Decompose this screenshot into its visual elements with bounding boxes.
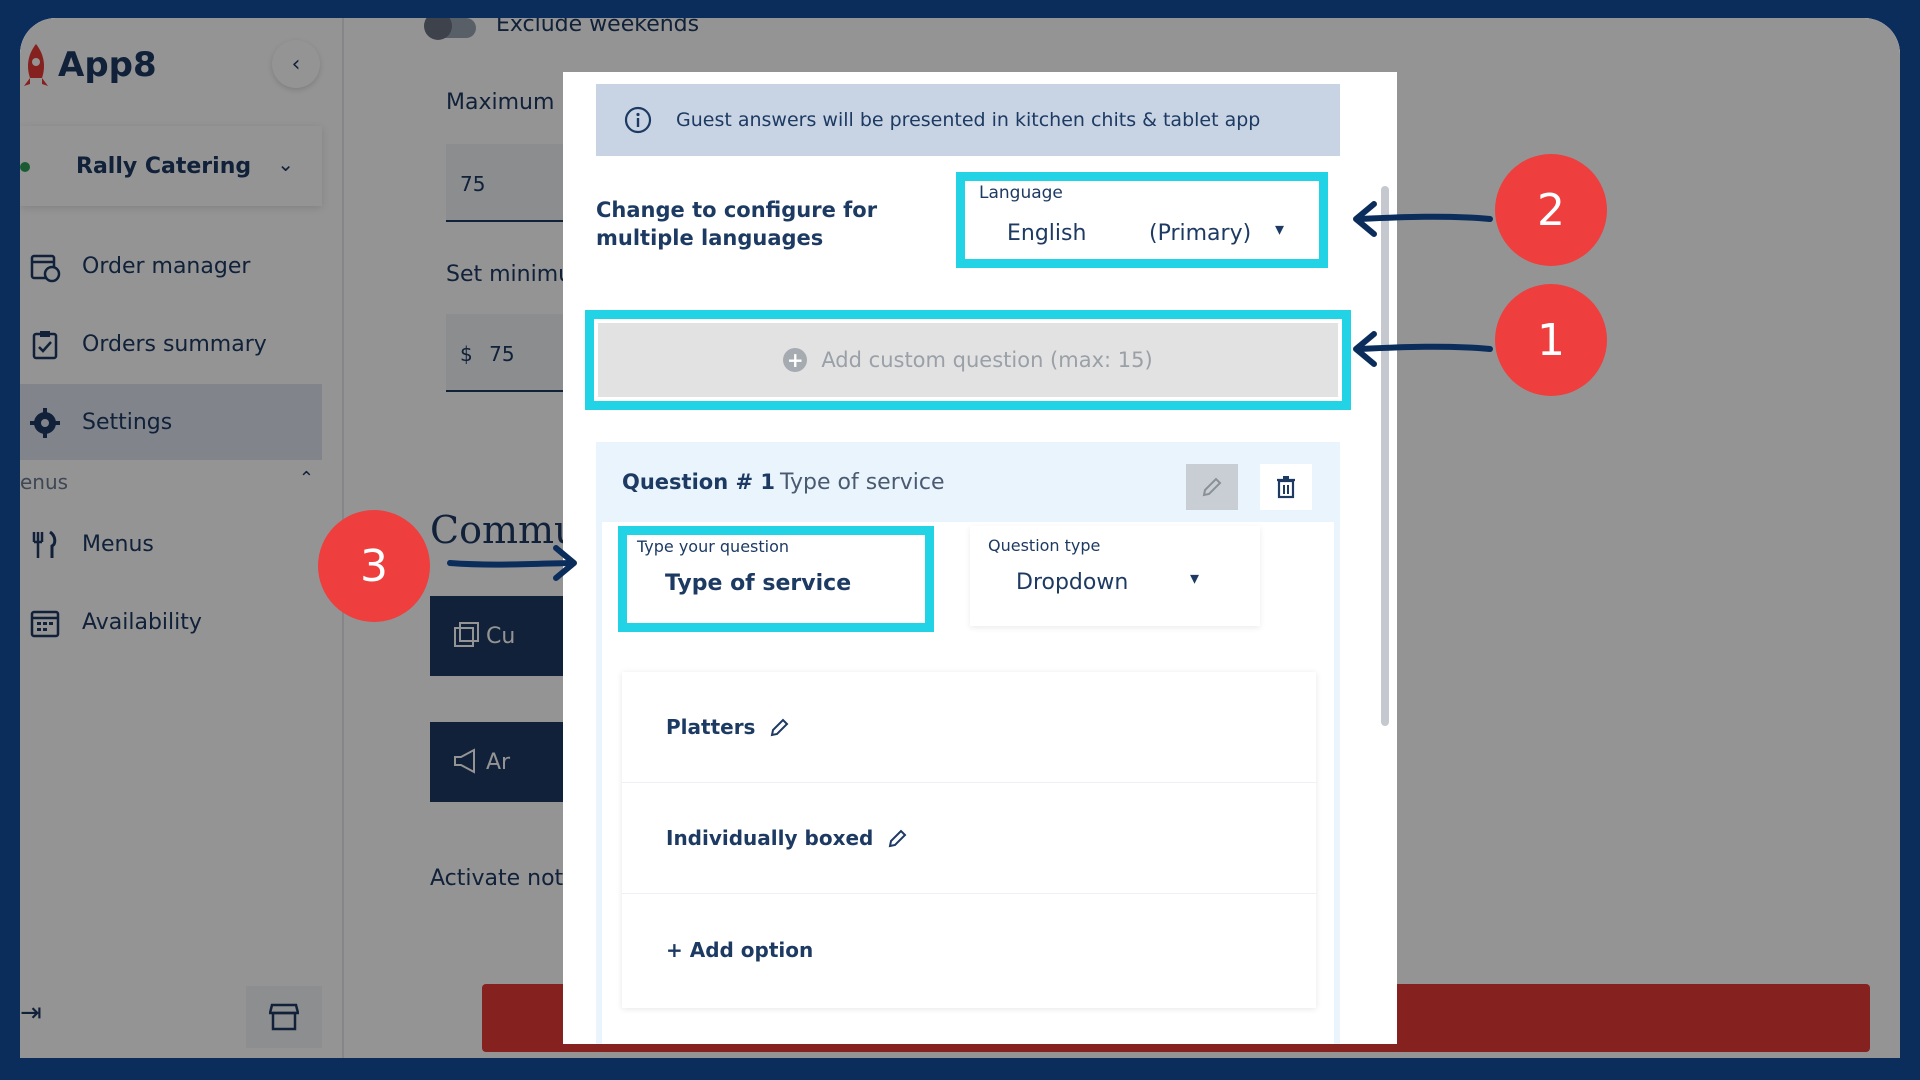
question-title: Type of service (780, 470, 945, 495)
pencil-icon (1202, 477, 1222, 497)
option-label: Individually boxed (666, 826, 874, 850)
edit-question-button[interactable] (1186, 464, 1238, 510)
language-select[interactable]: Language English (Primary) ▾ (956, 172, 1328, 268)
question-text-field[interactable]: Type your question Type of service (618, 526, 934, 632)
add-custom-question-label: Add custom question (max: 15) (821, 348, 1153, 372)
pencil-icon[interactable] (769, 716, 791, 738)
question-type-label: Question type (988, 536, 1101, 555)
question-body: Type your question Type of service Quest… (602, 522, 1334, 1044)
app-frame: App8 ‹ Rally Catering ⌄ Order manager Or… (20, 18, 1900, 1058)
language-primary-tag: (Primary) (1149, 221, 1252, 246)
add-option-label: + Add option (666, 937, 814, 962)
configure-languages-label: Change to configure for multiple languag… (596, 198, 878, 250)
add-option-button[interactable]: + Add option (622, 894, 1316, 1005)
info-icon (624, 106, 652, 134)
add-question-highlight: + Add custom question (max: 15) (585, 310, 1351, 410)
modal-scrollbar[interactable] (1381, 186, 1389, 726)
arrow-left-icon (1353, 201, 1493, 237)
question-type-select[interactable]: Question type Dropdown ▾ (970, 526, 1260, 626)
question-text-value: Type of service (665, 571, 852, 596)
language-value: English (1007, 221, 1087, 246)
language-label: Language (979, 183, 1063, 203)
question-text-label: Type your question (637, 537, 790, 556)
option-label: Platters (666, 715, 756, 739)
annotation-marker-1: 1 (1495, 284, 1607, 396)
arrow-left-icon (1353, 331, 1493, 367)
annotation-marker-2: 2 (1495, 154, 1607, 266)
trash-icon (1277, 476, 1295, 499)
option-row-individually-boxed[interactable]: Individually boxed (622, 783, 1316, 894)
caret-down-icon: ▾ (1190, 568, 1200, 589)
options-list: Platters Individually boxed + Add option (622, 672, 1316, 1008)
info-banner: Guest answers will be presented in kitch… (596, 84, 1340, 156)
question-type-value: Dropdown (1016, 570, 1129, 595)
add-custom-question-button[interactable]: + Add custom question (max: 15) (598, 323, 1338, 397)
plus-circle-icon: + (783, 348, 808, 372)
delete-question-button[interactable] (1260, 464, 1312, 510)
annotation-marker-3: 3 (318, 510, 430, 622)
caret-down-icon: ▾ (1275, 219, 1285, 240)
question-card: Question # 1 Type of service Type your q… (596, 442, 1340, 1044)
arrow-right-icon (447, 545, 577, 581)
option-row-platters[interactable]: Platters (622, 672, 1316, 783)
question-number: Question # 1 (622, 470, 775, 494)
custom-question-modal: Guest answers will be presented in kitch… (563, 72, 1397, 1044)
pencil-icon[interactable] (887, 827, 909, 849)
info-text: Guest answers will be presented in kitch… (676, 109, 1261, 131)
